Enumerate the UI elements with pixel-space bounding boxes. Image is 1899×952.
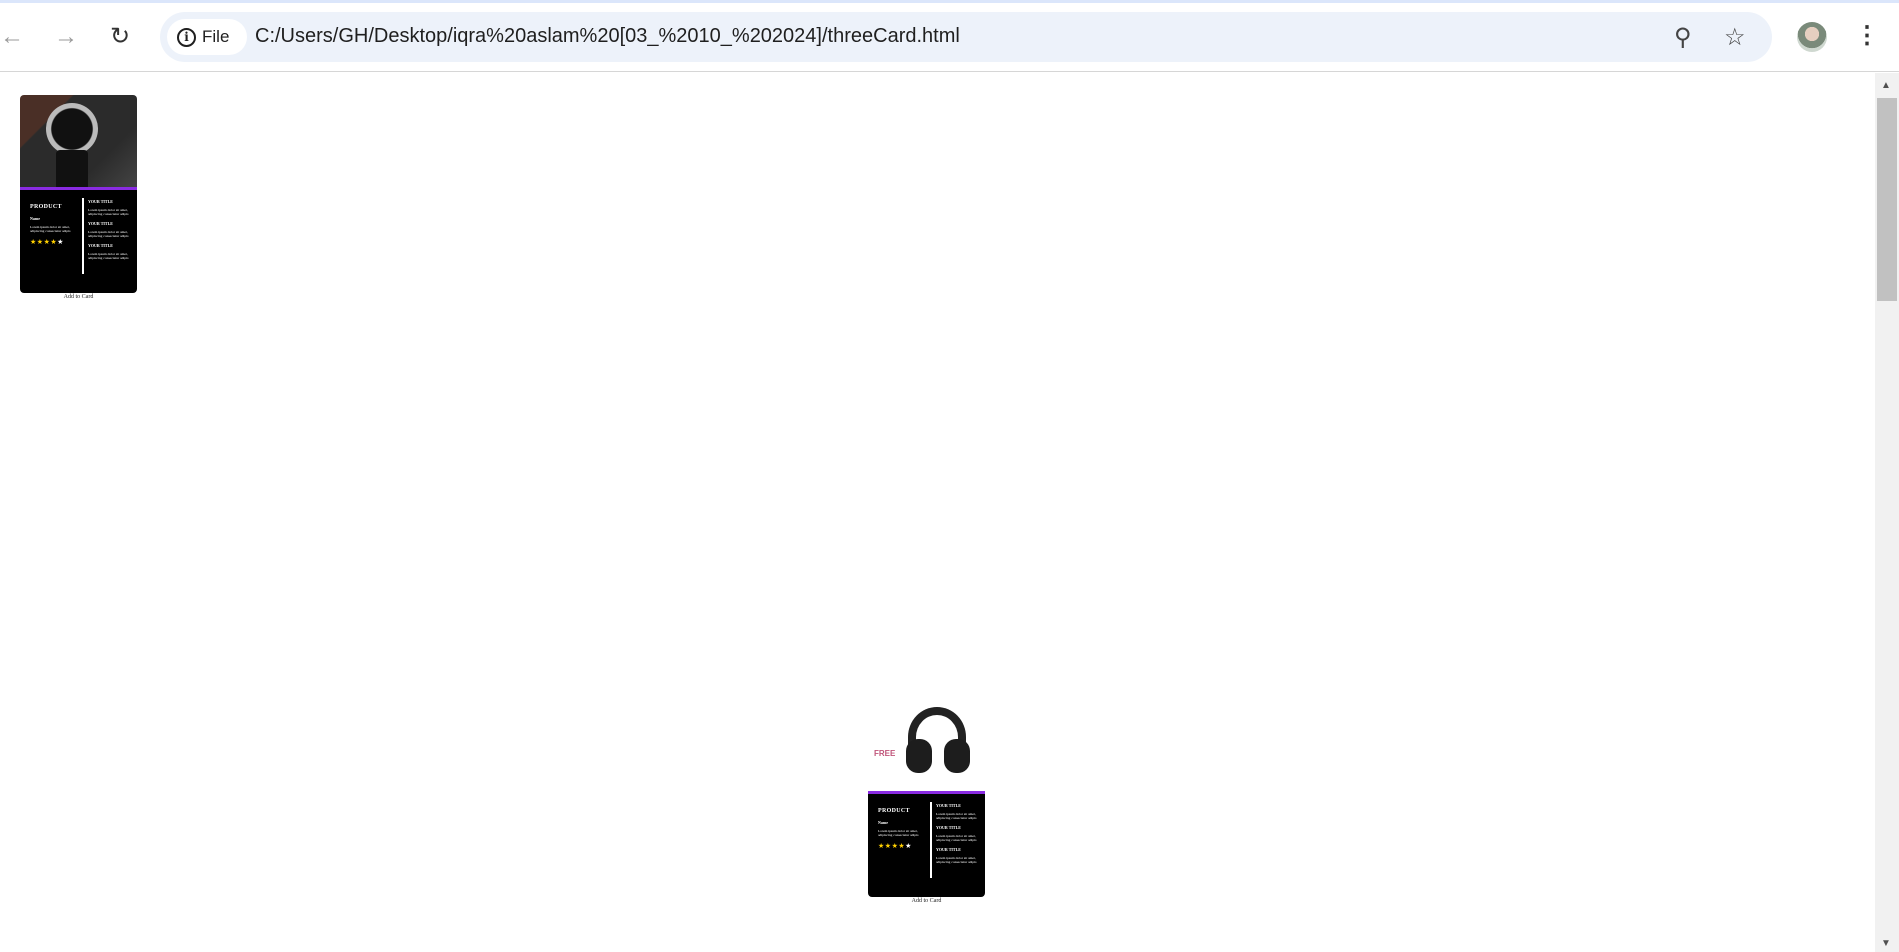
section-title: YOUR TITLE [88,199,113,204]
forward-arrow-icon[interactable]: → [50,21,82,53]
scroll-down-icon[interactable]: ▼ [1881,938,1891,949]
address-bar[interactable]: i File C:/Users/GH/Desktop/iqra%20aslam%2… [160,12,1772,62]
product-name: Name [878,820,888,825]
section-text: Lorem ipsum dolor sit amet, adipiscing c… [88,252,129,260]
product-card: FREE PRODUCT Name Lorem ipsum dolor sit … [868,699,985,904]
back-arrow-icon[interactable]: ← [0,21,28,53]
url-text[interactable]: C:/Users/GH/Desktop/iqra%20aslam%20[03_%… [255,25,960,48]
profile-avatar[interactable] [1797,22,1827,52]
add-to-cart-button[interactable]: Add to Card [20,294,137,300]
product-description: Lorem ipsum dolor sit amet, adipiscing c… [30,225,71,233]
star-icon: ★ [36,238,44,246]
section-text: Lorem ipsum dolor sit amet, adipiscing c… [936,834,977,842]
product-card: PRODUCT Name Lorem ipsum dolor sit amet,… [20,95,137,300]
star-icon: ★ [30,238,37,246]
reload-icon[interactable]: ↻ [104,21,136,53]
scrollbar-thumb[interactable] [1877,98,1897,301]
star-empty-icon: ★ [57,238,64,246]
star-icon: ★ [884,842,892,850]
product-image-watch [20,95,137,190]
star-empty-icon: ★ [905,842,912,850]
product-heading: PRODUCT [30,204,62,210]
section-title: YOUR TITLE [936,803,961,808]
bookmark-star-icon[interactable]: ☆ [1724,23,1746,52]
section-text: Lorem ipsum dolor sit amet, adipiscing c… [88,230,129,238]
section-text: Lorem ipsum dolor sit amet, adipiscing c… [936,812,977,820]
scroll-up-icon[interactable]: ▲ [1881,80,1891,91]
product-image-headset: FREE [868,699,985,794]
section-title: YOUR TITLE [936,825,961,830]
product-heading: PRODUCT [878,808,910,814]
more-menu-icon[interactable]: ⋮ [1855,21,1879,50]
site-info-chip[interactable]: i File [167,19,247,55]
section-title: YOUR TITLE [936,847,961,852]
zoom-out-icon[interactable]: ⚲ [1674,23,1692,52]
info-icon: i [177,27,196,47]
add-to-cart-button[interactable]: Add to Card [868,898,985,904]
section-title: YOUR TITLE [88,243,113,248]
section-text: Lorem ipsum dolor sit amet, adipiscing c… [88,208,129,216]
free-badge: FREE [874,749,896,758]
section-title: YOUR TITLE [88,221,113,226]
star-rating: ★★★★★ [878,842,928,850]
browser-toolbar: ← → ↻ i File C:/Users/GH/Desktop/iqra%20a… [0,3,1899,72]
divider [930,802,932,878]
star-rating: ★★★★★ [30,238,80,246]
chip-label: File [202,27,230,46]
product-description: Lorem ipsum dolor sit amet, adipiscing c… [878,829,919,837]
section-text: Lorem ipsum dolor sit amet, adipiscing c… [936,856,977,864]
product-name: Name [30,216,40,221]
star-icon: ★ [878,842,885,850]
divider [82,198,84,274]
